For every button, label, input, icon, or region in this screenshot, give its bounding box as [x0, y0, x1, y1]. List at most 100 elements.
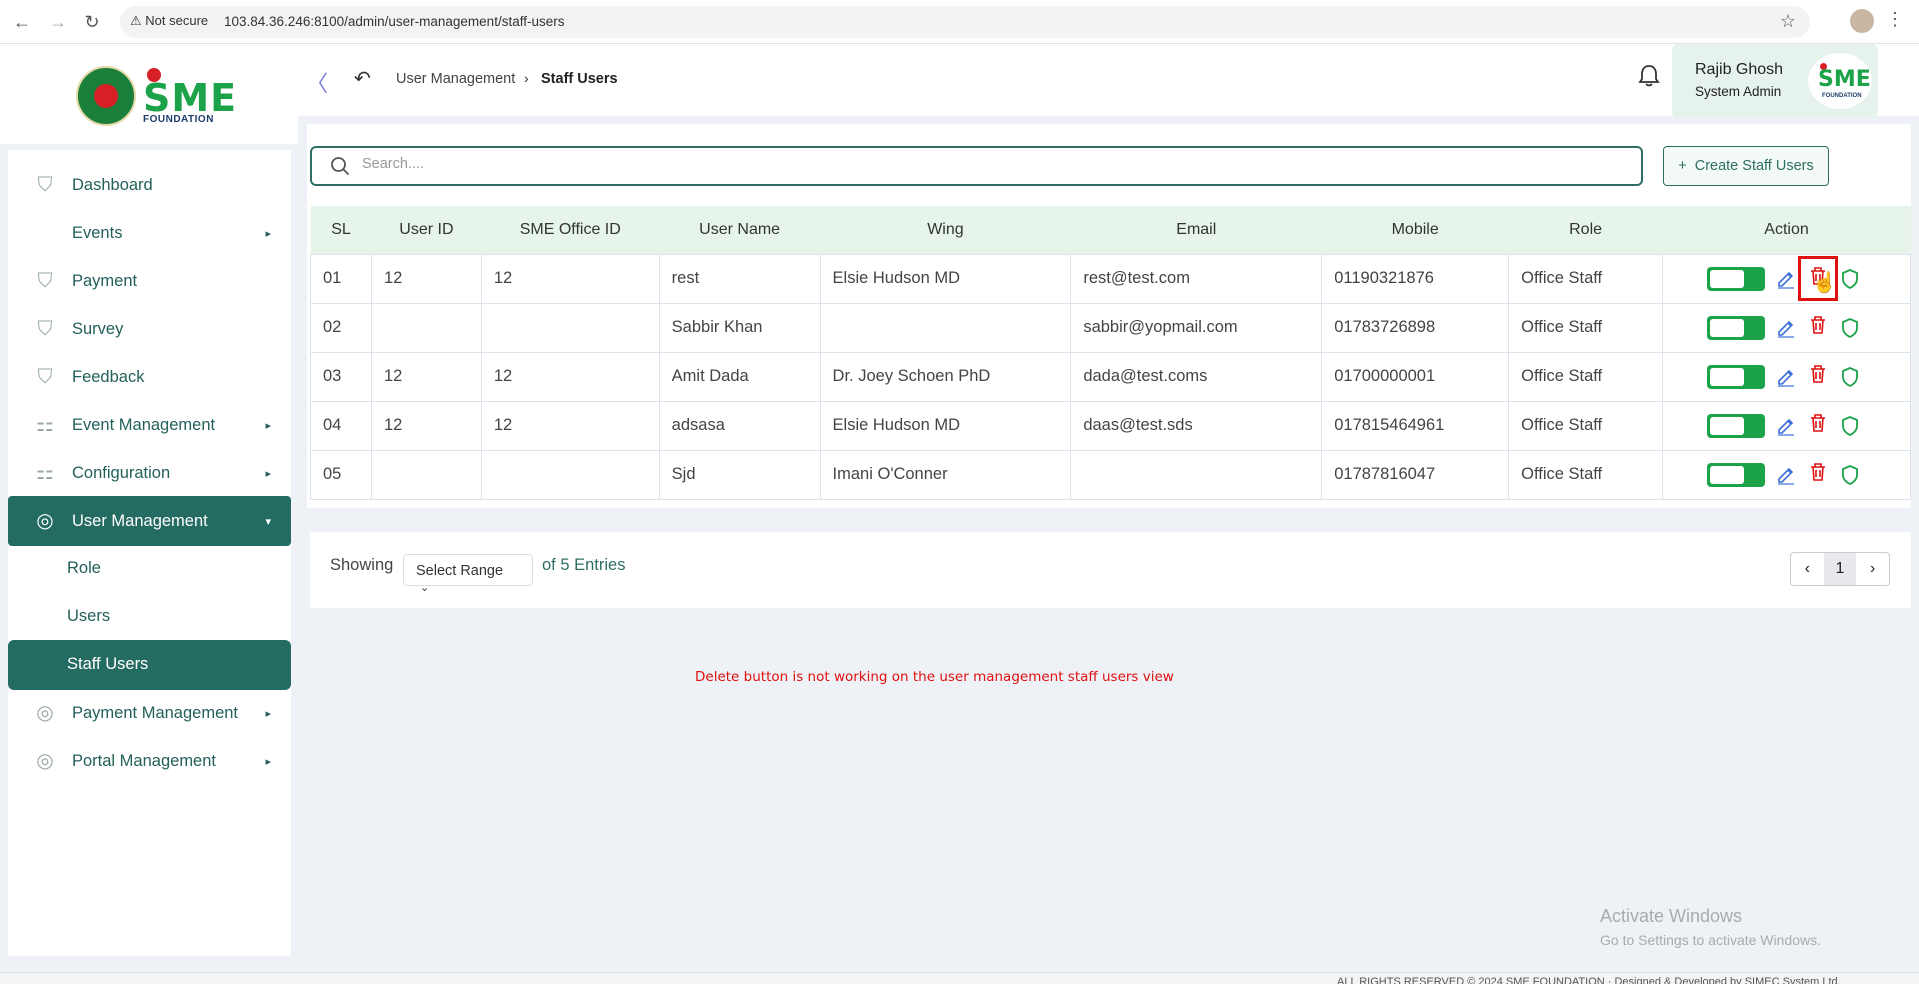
undo-back-icon[interactable]: ↶ — [354, 66, 371, 91]
status-toggle[interactable] — [1707, 413, 1765, 438]
table-row: 03 12 12 Amit Dada Dr. Joey Schoen PhD d… — [310, 351, 1911, 402]
cell-sl: 01 — [310, 253, 372, 304]
chevron-down-icon: ⌄ — [420, 582, 430, 594]
cell-mobile: 01787816047 — [1321, 449, 1510, 500]
create-button-label: Create Staff Users — [1694, 158, 1814, 174]
status-toggle[interactable] — [1707, 266, 1765, 291]
cell-wing: Dr. Joey Schoen PhD — [819, 351, 1072, 402]
chevron-right-icon[interactable]: › — [1856, 553, 1889, 585]
sidebar-subitem-users[interactable]: Users — [8, 592, 291, 642]
table-row: 05 Sjd Imani O'Conner 01787816047 Office… — [310, 449, 1911, 500]
sme-foundation-logo[interactable]: SME FOUNDATION — [143, 68, 236, 128]
badge-icon: ⛉ — [37, 270, 53, 292]
cell-email: daas@test.sds — [1070, 400, 1323, 451]
column-header[interactable]: Role — [1508, 206, 1663, 254]
delete-button[interactable] — [1807, 363, 1829, 390]
range-select[interactable]: Select Range ⌄ — [403, 554, 533, 594]
trash-icon — [1811, 316, 1825, 334]
chevron-right-icon: ▸ — [265, 707, 271, 720]
sidebar-item-survey[interactable]: ⛉ Survey — [8, 304, 291, 354]
cell-mobile: 017815464961 — [1321, 400, 1510, 451]
status-toggle[interactable] — [1707, 364, 1765, 389]
create-staff-users-button[interactable]: + Create Staff Users — [1663, 146, 1829, 186]
cell-user-name: Amit Dada — [658, 351, 821, 402]
search-box[interactable] — [310, 146, 1643, 186]
edit-icon[interactable] — [1775, 366, 1797, 388]
back-arrow-icon[interactable]: ← — [10, 10, 34, 34]
sidebar-item-user-management[interactable]: ◎ User Management ▾ — [8, 496, 291, 546]
sidebar-item-payment[interactable]: ⛉ Payment — [8, 256, 291, 306]
sidebar-item-label: Users — [67, 607, 111, 625]
bookmark-star-icon[interactable]: ☆ — [1780, 11, 1796, 32]
sidebar-item-payment-management[interactable]: ◎ Payment Management ▸ — [8, 688, 291, 738]
cell-office-id: 12 — [480, 253, 660, 304]
column-header[interactable]: SL — [310, 206, 372, 254]
cell-email: rest@test.com — [1070, 253, 1323, 304]
cell-wing: Imani O'Conner — [819, 449, 1072, 500]
table-header-row: SL User ID SME Office ID User Name Wing … — [310, 206, 1911, 254]
cell-role: Office Staff — [1508, 449, 1663, 500]
browser-menu-icon[interactable]: ⋮ — [1886, 9, 1904, 30]
pagination-bar: Showing Select Range ⌄ of 5 Entries ‹ 1 … — [310, 532, 1911, 608]
page-number[interactable]: 1 — [1823, 553, 1857, 585]
shield-icon[interactable] — [1839, 464, 1861, 486]
search-input[interactable] — [362, 156, 1622, 172]
delete-button[interactable] — [1807, 461, 1829, 488]
sidebar-item-label: Configuration — [72, 463, 171, 482]
url-text[interactable]: 103.84.36.246:8100/admin/user-management… — [224, 14, 564, 29]
browser-profile-avatar[interactable] — [1850, 9, 1874, 33]
cell-role: Office Staff — [1508, 400, 1663, 451]
edit-icon[interactable] — [1775, 317, 1797, 339]
column-header[interactable]: Wing — [820, 206, 1071, 254]
address-bar[interactable]: ⚠ Not secure 103.84.36.246:8100/admin/us… — [120, 6, 1810, 38]
notification-bell-icon[interactable] — [1638, 64, 1660, 94]
sidebar-subitem-role[interactable]: Role — [8, 544, 291, 594]
plus-icon: + — [1678, 158, 1687, 174]
sidebar-item-configuration[interactable]: ⚏ Configuration ▸ — [8, 448, 291, 498]
status-toggle[interactable] — [1707, 462, 1765, 487]
avatar[interactable]: SME FOUNDATION — [1808, 53, 1872, 109]
collapse-sidebar-icon[interactable]: 〈 — [306, 66, 328, 98]
user-role: System Admin — [1695, 84, 1782, 99]
cell-office-id: 12 — [480, 351, 660, 402]
forward-arrow-icon[interactable]: → — [46, 10, 70, 34]
chevron-right-icon: ▸ — [265, 419, 271, 432]
edit-icon[interactable] — [1775, 268, 1797, 290]
logo-area: SME FOUNDATION — [0, 44, 298, 144]
column-header[interactable]: User ID — [371, 206, 482, 254]
column-header[interactable]: SME Office ID — [481, 206, 660, 254]
sidebar-item-dashboard[interactable]: ⛉ Dashboard — [8, 160, 291, 210]
sidebar-item-portal-management[interactable]: ◎ Portal Management ▸ — [8, 736, 291, 786]
shield-icon[interactable] — [1839, 415, 1861, 437]
status-toggle[interactable] — [1707, 315, 1765, 340]
not-secure-warning[interactable]: ⚠ Not secure — [130, 13, 208, 29]
shield-icon[interactable] — [1839, 317, 1861, 339]
delete-button[interactable] — [1807, 412, 1829, 439]
bug-annotation: Delete button is not working on the user… — [695, 669, 1174, 685]
chevron-left-icon[interactable]: ‹ — [1791, 553, 1824, 585]
delete-button[interactable] — [1807, 314, 1829, 341]
breadcrumb-parent[interactable]: User Management — [396, 71, 515, 87]
cell-sl: 03 — [310, 351, 372, 402]
badge-icon: ⛉ — [37, 318, 53, 340]
column-header[interactable]: User Name — [659, 206, 821, 254]
edit-icon[interactable] — [1775, 464, 1797, 486]
cell-user-name: Sabbir Khan — [658, 302, 821, 353]
shield-icon[interactable] — [1839, 366, 1861, 388]
sidebar-subitem-staff-users[interactable]: Staff Users — [8, 640, 291, 690]
edit-icon[interactable] — [1775, 415, 1797, 437]
cell-role: Office Staff — [1508, 253, 1663, 304]
browser-toolbar: ← → ↻ ⚠ Not secure 103.84.36.246:8100/ad… — [0, 0, 1919, 44]
sidebar-item-label: Payment Management — [72, 703, 239, 722]
column-header[interactable]: Mobile — [1321, 206, 1509, 254]
sidebar-item-feedback[interactable]: ⛉ Feedback — [8, 352, 291, 402]
sidebar-item-events[interactable]: Events ▸ — [8, 208, 291, 258]
shield-icon[interactable] — [1839, 268, 1861, 290]
reload-icon[interactable]: ↻ — [80, 10, 104, 34]
column-header[interactable]: Email — [1070, 206, 1322, 254]
chevron-right-icon: › — [524, 70, 529, 86]
pager: ‹ 1 › — [1790, 552, 1890, 586]
user-profile-card[interactable]: Rajib Ghosh System Admin SME FOUNDATION — [1672, 44, 1878, 118]
sidebar-item-event-management[interactable]: ⚏ Event Management ▸ — [8, 400, 291, 450]
sidebar-item-label: Feedback — [72, 367, 145, 386]
